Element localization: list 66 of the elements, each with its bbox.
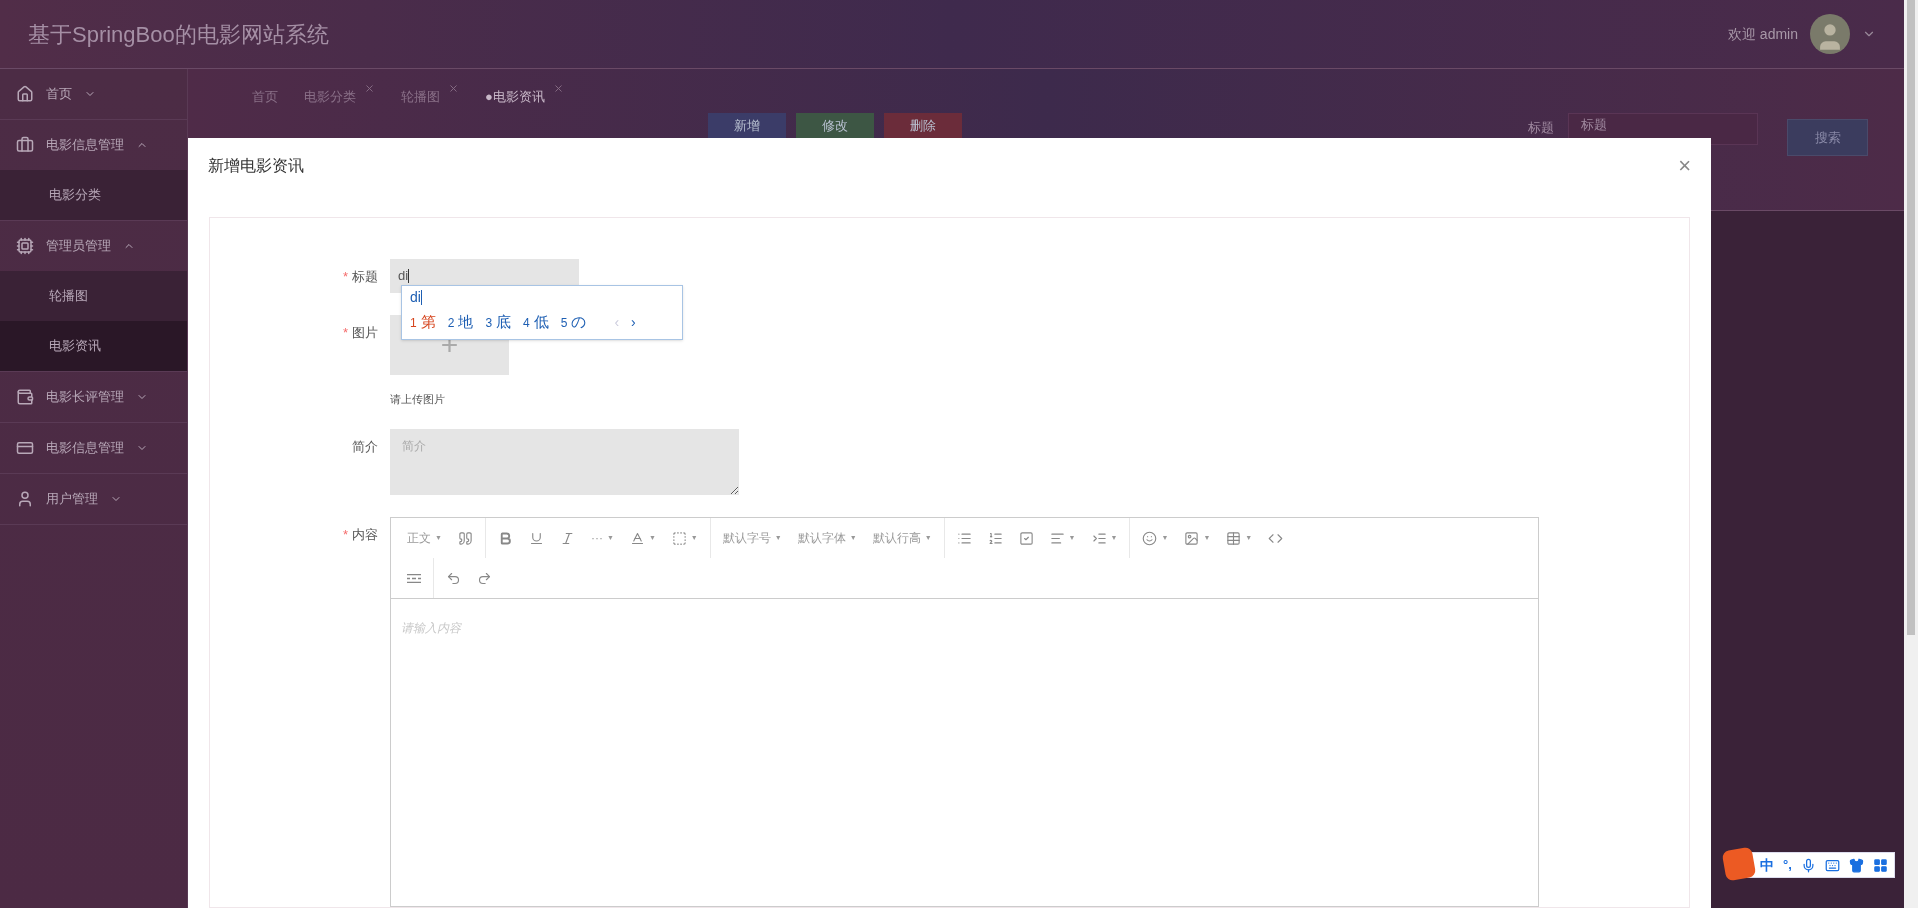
field-label: 标题 [352, 267, 378, 286]
avatar[interactable] [1810, 14, 1850, 54]
keyboard-icon[interactable] [1824, 857, 1840, 873]
tab[interactable]: 首页 [252, 87, 278, 107]
ime-candidate[interactable]: 2 地 [447, 311, 474, 334]
sidebar-subitem[interactable]: 轮播图 [0, 271, 187, 321]
quote-icon [457, 530, 473, 546]
sidebar-item[interactable]: 电影信息管理 [0, 120, 187, 170]
chip-icon [16, 237, 34, 255]
sidebar-item[interactable]: 电影信息管理 [0, 423, 187, 473]
tab[interactable]: 电影分类 [304, 87, 356, 107]
field-label: 图片 [352, 323, 378, 342]
close-button[interactable]: × [1678, 155, 1691, 178]
close-tab-icon[interactable] [448, 83, 459, 95]
search-button[interactable]: 搜索 [1787, 119, 1868, 156]
required-mark: * [342, 526, 348, 544]
briefcase-icon [16, 136, 34, 154]
sidebar-item[interactable]: 用户管理 [0, 474, 187, 524]
input-mode[interactable]: 中 [1760, 854, 1774, 876]
punctuation-mode[interactable]: °, [1783, 855, 1792, 875]
emoji-icon [1142, 530, 1158, 546]
italic-icon [559, 530, 575, 546]
table-icon [1226, 530, 1242, 546]
ime-candidate[interactable]: 1 第 [410, 311, 436, 334]
align-icon [1049, 530, 1065, 546]
scrollbar[interactable] [1904, 0, 1918, 908]
user-icon [16, 490, 34, 508]
dialog-title: 新增电影资讯 [208, 156, 304, 177]
field-label: 简介 [352, 438, 378, 456]
required-mark: * [342, 267, 348, 286]
close-tab-icon[interactable] [552, 83, 564, 95]
welcome-text: 欢迎 admin [1727, 24, 1798, 44]
ime-candidate[interactable]: 3 底 [485, 311, 512, 334]
tab[interactable]: 轮播图 [401, 87, 440, 107]
checklist-icon [1018, 530, 1034, 546]
tab[interactable]: ●电影资讯 [485, 87, 545, 107]
sidebar-subitem[interactable]: 电影资讯 [0, 321, 187, 371]
shirt-icon[interactable] [1848, 857, 1864, 873]
home-icon [16, 85, 34, 103]
redo-icon [477, 570, 492, 586]
microphone-icon[interactable] [1800, 857, 1816, 873]
search-label: 标题 [1528, 119, 1554, 137]
grid-icon[interactable] [1872, 857, 1888, 873]
divider-icon [407, 573, 421, 583]
summary-textarea[interactable]: 简介 [390, 429, 739, 495]
field-label: 内容 [352, 526, 378, 544]
close-tab-icon[interactable] [364, 83, 375, 95]
ime-candidate[interactable]: 5 の [560, 311, 587, 334]
bullet-list-icon [956, 530, 972, 546]
sidebar-item[interactable]: 首页 [0, 69, 187, 119]
sidebar-item[interactable]: 电影长评管理 [0, 372, 187, 422]
underline-icon [528, 530, 544, 546]
card-icon [16, 439, 34, 457]
sidebar-subitem[interactable]: 电影分类 [0, 170, 187, 220]
image-icon [1184, 530, 1200, 546]
next-page-button[interactable]: › [631, 312, 636, 333]
upload-hint: 请上传图片 [390, 391, 446, 407]
indent-icon [1091, 530, 1107, 546]
ime-candidate[interactable]: 4 低 [523, 311, 549, 334]
undo-icon [446, 570, 461, 586]
required-mark: * [342, 323, 348, 342]
app-title: 基于SpringBoo的电影网站系统 [28, 20, 329, 49]
font-color-icon [629, 530, 645, 546]
wallet-icon [16, 388, 34, 406]
sidebar-item[interactable]: 管理员管理 [0, 221, 187, 271]
numbered-list-icon [987, 530, 1003, 546]
